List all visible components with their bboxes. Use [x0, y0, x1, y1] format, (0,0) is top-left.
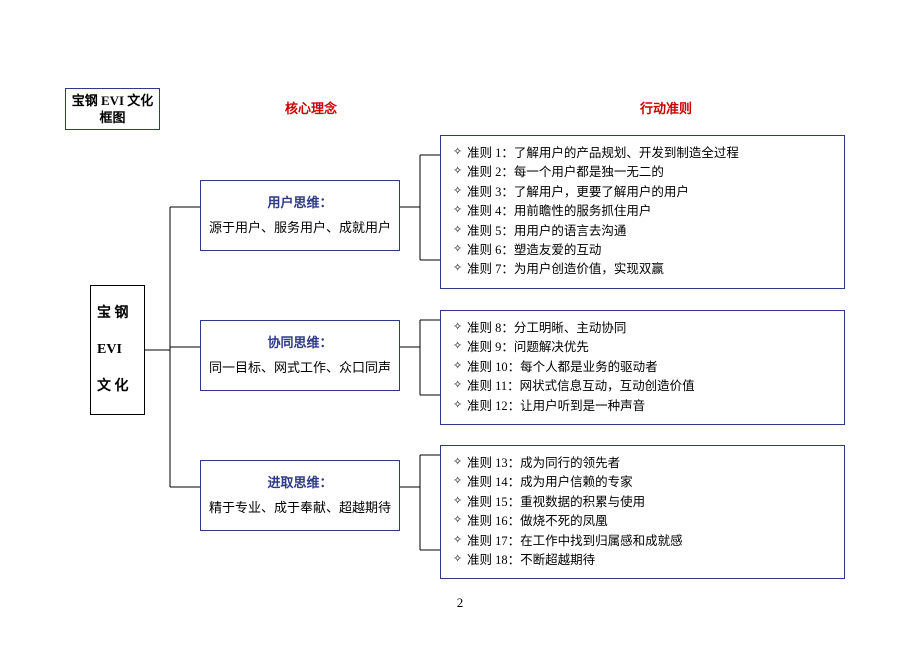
rule-text: 准则 16：做烧不死的凤凰: [467, 512, 608, 531]
diamond-icon: ✧: [453, 338, 467, 355]
root-line3: 文 化: [97, 369, 138, 405]
diamond-icon: ✧: [453, 319, 467, 336]
rule-text: 准则 11：网状式信息互动，互动创造价值: [467, 377, 695, 396]
concept-progressive-thinking: 进取思维： 精于专业、成于奉献、超越期待: [200, 460, 400, 531]
diamond-icon: ✧: [453, 473, 467, 490]
root-line1: 宝 钢: [97, 296, 138, 332]
diamond-icon: ✧: [453, 512, 467, 529]
rule-item: ✧准则 17：在工作中找到归属感和成就感: [453, 532, 832, 551]
rule-item: ✧准则 2：每一个用户都是独一无二的: [453, 163, 832, 182]
concept-title: 用户思维：: [207, 191, 393, 216]
concept-title: 协同思维：: [207, 331, 393, 356]
rule-text: 准则 7：为用户创造价值，实现双赢: [467, 260, 664, 279]
root-line2: EVI: [97, 332, 138, 368]
rule-item: ✧准则 16：做烧不死的凤凰: [453, 512, 832, 531]
rule-item: ✧准则 13：成为同行的领先者: [453, 454, 832, 473]
rules-group-3: ✧准则 13：成为同行的领先者✧准则 14：成为用户信赖的专家✧准则 15：重视…: [440, 445, 845, 579]
diamond-icon: ✧: [453, 532, 467, 549]
rules-group-1: ✧准则 1：了解用户的产品规划、开发到制造全过程✧准则 2：每一个用户都是独一无…: [440, 135, 845, 289]
rule-text: 准则 18：不断超越期待: [467, 551, 595, 570]
rule-text: 准则 6：塑造友爱的互动: [467, 241, 601, 260]
rule-text: 准则 17：在工作中找到归属感和成就感: [467, 532, 683, 551]
header-core-concept: 核心理念: [285, 98, 337, 117]
diamond-icon: ✧: [453, 144, 467, 161]
concept-desc: 同一目标、网式工作、众口同声: [207, 356, 393, 381]
diamond-icon: ✧: [453, 202, 467, 219]
concept-title: 进取思维：: [207, 471, 393, 496]
diamond-icon: ✧: [453, 260, 467, 277]
root-box: 宝 钢 EVI 文 化: [90, 285, 145, 415]
diamond-icon: ✧: [453, 377, 467, 394]
rule-text: 准则 2：每一个用户都是独一无二的: [467, 163, 664, 182]
rule-text: 准则 10：每个人都是业务的驱动者: [467, 358, 658, 377]
rule-item: ✧准则 4：用前瞻性的服务抓住用户: [453, 202, 832, 221]
diamond-icon: ✧: [453, 241, 467, 258]
diamond-icon: ✧: [453, 493, 467, 510]
header-action-rules: 行动准则: [640, 98, 692, 117]
concept-user-thinking: 用户思维： 源于用户、服务用户、成就用户: [200, 180, 400, 251]
diamond-icon: ✧: [453, 551, 467, 568]
rule-text: 准则 1：了解用户的产品规划、开发到制造全过程: [467, 144, 739, 163]
rule-text: 准则 4：用前瞻性的服务抓住用户: [467, 202, 651, 221]
rule-text: 准则 3：了解用户，更要了解用户的用户: [467, 183, 689, 202]
rule-text: 准则 9：问题解决优先: [467, 338, 589, 357]
rule-text: 准则 13：成为同行的领先者: [467, 454, 620, 473]
concept-collaboration-thinking: 协同思维： 同一目标、网式工作、众口同声: [200, 320, 400, 391]
diamond-icon: ✧: [453, 183, 467, 200]
rule-text: 准则 5：用用户的语言去沟通: [467, 222, 626, 241]
page-number: 2: [457, 595, 464, 611]
rule-item: ✧准则 12：让用户听到是一种声音: [453, 397, 832, 416]
diagram-title-box: 宝钢 EVI 文化框图: [65, 88, 160, 130]
concept-desc: 精于专业、成于奉献、超越期待: [207, 496, 393, 521]
rules-group-2: ✧准则 8：分工明晰、主动协同✧准则 9：问题解决优先✧准则 10：每个人都是业…: [440, 310, 845, 425]
rule-item: ✧准则 9：问题解决优先: [453, 338, 832, 357]
rule-item: ✧准则 3：了解用户，更要了解用户的用户: [453, 183, 832, 202]
diamond-icon: ✧: [453, 358, 467, 375]
rule-text: 准则 12：让用户听到是一种声音: [467, 397, 645, 416]
diamond-icon: ✧: [453, 397, 467, 414]
rule-item: ✧准则 7：为用户创造价值，实现双赢: [453, 260, 832, 279]
rule-item: ✧准则 6：塑造友爱的互动: [453, 241, 832, 260]
rule-text: 准则 14：成为用户信赖的专家: [467, 473, 633, 492]
rule-item: ✧准则 1：了解用户的产品规划、开发到制造全过程: [453, 144, 832, 163]
diamond-icon: ✧: [453, 163, 467, 180]
rule-item: ✧准则 14：成为用户信赖的专家: [453, 473, 832, 492]
rule-item: ✧准则 11：网状式信息互动，互动创造价值: [453, 377, 832, 396]
diamond-icon: ✧: [453, 222, 467, 239]
rule-item: ✧准则 10：每个人都是业务的驱动者: [453, 358, 832, 377]
rule-text: 准则 8：分工明晰、主动协同: [467, 319, 626, 338]
rule-item: ✧准则 8：分工明晰、主动协同: [453, 319, 832, 338]
rule-item: ✧准则 15：重视数据的积累与使用: [453, 493, 832, 512]
concept-desc: 源于用户、服务用户、成就用户: [207, 216, 393, 241]
rule-item: ✧准则 5：用用户的语言去沟通: [453, 222, 832, 241]
rule-item: ✧准则 18：不断超越期待: [453, 551, 832, 570]
rule-text: 准则 15：重视数据的积累与使用: [467, 493, 645, 512]
diamond-icon: ✧: [453, 454, 467, 471]
